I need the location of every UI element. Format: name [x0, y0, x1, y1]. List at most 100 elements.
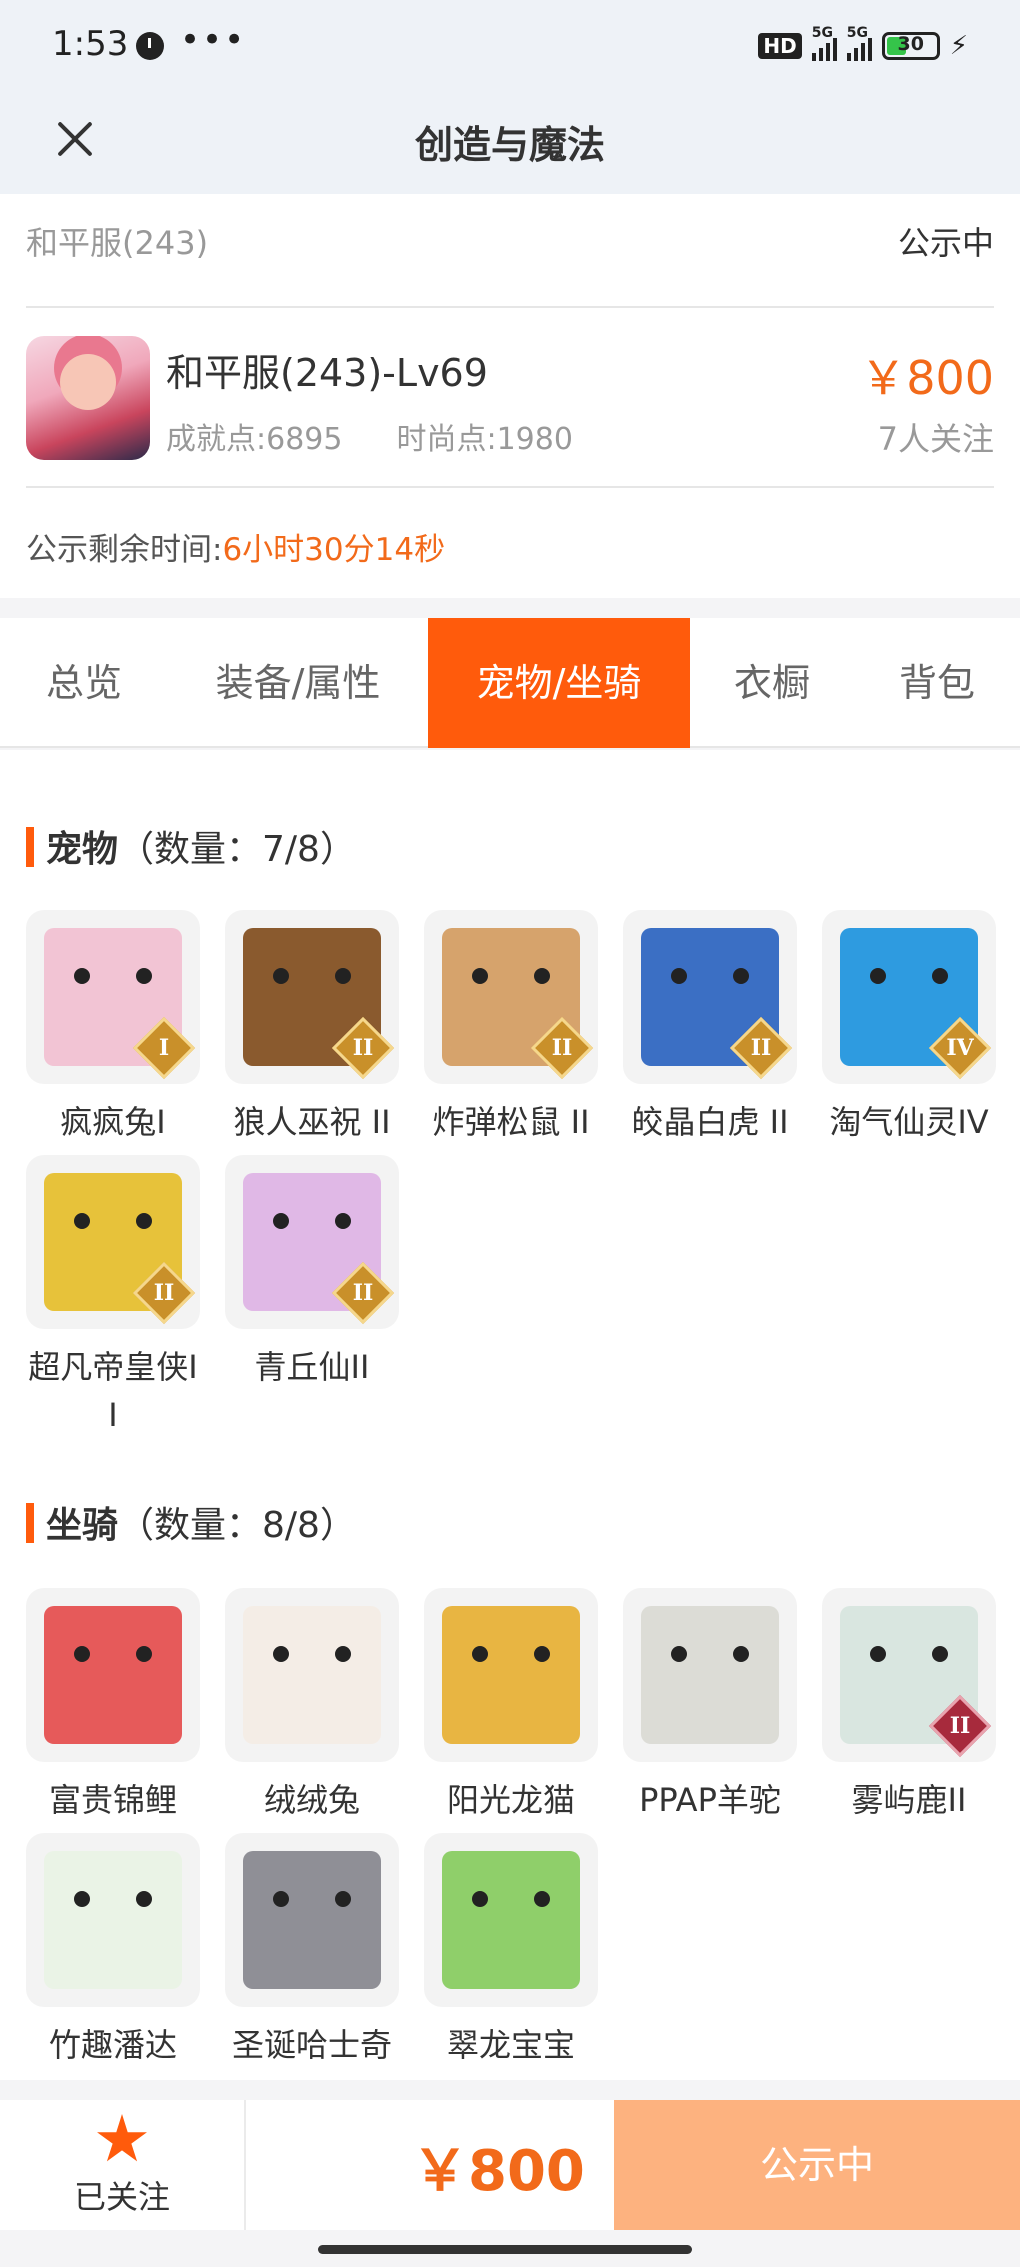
section-accent [26, 827, 34, 867]
item-thumbnail: II [225, 1155, 399, 1329]
item-image [641, 1606, 779, 1744]
item-thumbnail: IV [822, 910, 996, 1084]
grade-badge-label: II [551, 1035, 573, 1061]
grade-badge-label: II [352, 1280, 374, 1306]
mounts-count: （数量：8/8） [118, 1505, 356, 1546]
item-thumbnail [225, 1588, 399, 1762]
role-price: ￥800 [860, 351, 994, 405]
divider [244, 2100, 246, 2230]
item-name: 翠龙宝宝 [446, 2026, 575, 2064]
fashion-points: 时尚点:1980 [396, 422, 573, 457]
item-name: 淘气仙灵IV [829, 1103, 989, 1141]
item-thumbnail: II [822, 1588, 996, 1762]
countdown: 公示剩余时间:6小时30分14秒 [26, 524, 445, 569]
item-thumbnail: II [623, 910, 797, 1084]
follower-count: 7人关注 [877, 420, 994, 458]
clock-icon [136, 32, 164, 60]
signal-icon: 5G [846, 25, 872, 61]
tab-bar: 总览 装备/属性 宠物/坐骑 衣橱 背包 [0, 618, 1020, 748]
item-name: 雾屿鹿II [851, 1781, 967, 1819]
role-name: 和平服(243)-Lv69 [166, 351, 488, 395]
item-name: 疯疯兔I [60, 1103, 166, 1141]
follow-button[interactable]: 已关注 [0, 2100, 244, 2230]
grade-badge-label: II [153, 1280, 175, 1306]
signal-icon: 5G [811, 25, 837, 61]
item-image [243, 1851, 381, 1989]
mount-item[interactable]: 翠龙宝宝 [424, 1833, 598, 2069]
mount-item[interactable]: II 雾屿鹿II [822, 1588, 996, 1824]
bottom-price: ￥800 [412, 2139, 585, 2204]
status-time: 1:53 [52, 24, 129, 64]
pet-item[interactable]: IV 淘气仙灵IV [822, 910, 996, 1146]
section-accent [26, 1503, 34, 1543]
item-name: 超凡帝皇侠II [28, 1348, 198, 1434]
item-name: PPAP羊驼 [639, 1781, 781, 1819]
network-type-label: 5G [811, 25, 833, 41]
pet-item[interactable]: II 超凡帝皇侠II [26, 1155, 200, 1439]
mount-item[interactable]: 富贵锦鲤 [26, 1588, 200, 1824]
status-indicators: HD 5G 5G 30 ⚡ [758, 25, 968, 64]
grade-badge-label: IV [946, 1035, 974, 1061]
pet-item[interactable]: II 狼人巫祝 II [225, 910, 399, 1146]
status-button[interactable]: 公示中 [614, 2100, 1020, 2230]
item-name: 皎晶白虎 II [631, 1103, 789, 1141]
countdown-value: 6小时30分14秒 [222, 532, 446, 568]
mount-item[interactable]: 阳光龙猫 [424, 1588, 598, 1824]
mount-item[interactable]: 竹趣潘达 [26, 1833, 200, 2069]
more-notifications-icon: ••• [180, 20, 247, 60]
mount-item[interactable]: PPAP羊驼 [623, 1588, 797, 1824]
mount-item[interactable]: 绒绒兔 [225, 1588, 399, 1824]
avatar [26, 336, 150, 460]
star-icon [97, 2114, 147, 2162]
tab-overview[interactable]: 总览 [0, 618, 168, 748]
grade-badge-label: II [949, 1713, 971, 1739]
item-name: 圣诞哈士奇 [231, 2026, 392, 2064]
item-name: 竹趣潘达 [48, 2026, 177, 2064]
bottom-bar: 已关注 ￥800 公示中 [0, 2100, 1020, 2230]
item-thumbnail: II [225, 910, 399, 1084]
server-name: 和平服(243) [26, 224, 209, 262]
item-thumbnail [26, 1833, 200, 2007]
item-thumbnail [225, 1833, 399, 2007]
tab-bag[interactable]: 背包 [854, 618, 1020, 748]
item-image [442, 1851, 580, 1989]
status-bar: 1:53 ••• HD 5G 5G 30 ⚡ [0, 0, 1020, 92]
item-thumbnail [26, 1588, 200, 1762]
pets-count: （数量：7/8） [118, 829, 356, 870]
item-thumbnail: II [26, 1155, 200, 1329]
pet-item[interactable]: II 炸弹松鼠 II [424, 910, 598, 1146]
home-indicator[interactable] [318, 2245, 692, 2254]
countdown-label: 公示剩余时间: [26, 532, 223, 568]
item-name: 炸弹松鼠 II [432, 1103, 590, 1141]
item-image [44, 1606, 182, 1744]
tab-pets-mounts[interactable]: 宠物/坐骑 [428, 618, 690, 748]
item-image [442, 1606, 580, 1744]
item-name: 狼人巫祝 II [233, 1103, 391, 1141]
tab-equipment[interactable]: 装备/属性 [168, 618, 428, 748]
pet-item[interactable]: II 青丘仙II [225, 1155, 399, 1391]
page-title: 创造与魔法 [414, 123, 605, 167]
item-thumbnail: I [26, 910, 200, 1084]
tab-wardrobe[interactable]: 衣橱 [690, 618, 854, 748]
item-name: 绒绒兔 [263, 1781, 360, 1819]
divider [26, 486, 994, 488]
pet-item[interactable]: II 皎晶白虎 II [623, 910, 797, 1146]
item-thumbnail [623, 1588, 797, 1762]
battery-icon: 30 [881, 32, 940, 60]
item-name: 青丘仙II [254, 1348, 370, 1386]
pet-item[interactable]: I 疯疯兔I [26, 910, 200, 1146]
grade-badge-label: I [158, 1035, 170, 1061]
network-type-label: 5G [846, 25, 868, 41]
item-image [243, 1606, 381, 1744]
mounts-section-title: 坐骑（数量：8/8） [26, 1496, 356, 1548]
item-thumbnail: II [424, 910, 598, 1084]
role-stats: 成就点:6895 时尚点:1980 [166, 414, 573, 458]
follow-label: 已关注 [73, 2178, 170, 2216]
mount-item[interactable]: 圣诞哈士奇 [225, 1833, 399, 2069]
grade-badge-label: II [750, 1035, 772, 1061]
item-name: 富贵锦鲤 [48, 1781, 177, 1819]
pets-mounts-panel: 宠物（数量：7/8） I 疯疯兔I II 狼人巫祝 II II 炸弹松鼠 II II 皎晶白虎… [0, 750, 1020, 2080]
hd-icon: HD [758, 33, 802, 59]
role-info-card: 和平服(243) 公示中 和平服(243)-Lv69 成就点:6895 时尚点:1… [0, 194, 1020, 598]
item-thumbnail [424, 1588, 598, 1762]
